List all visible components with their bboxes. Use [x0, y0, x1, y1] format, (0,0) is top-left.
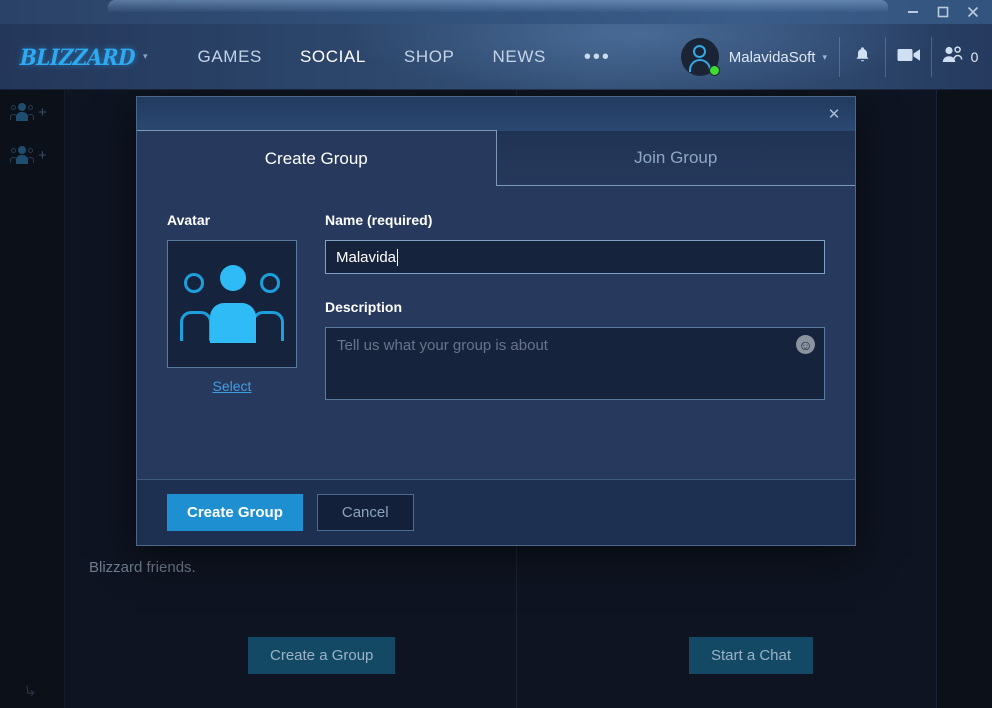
nav-item-news[interactable]: NEWS — [493, 47, 546, 67]
form-fields: Name (required) Malavida Description Tel… — [325, 212, 827, 400]
avatar-section: Avatar Select — [167, 212, 297, 394]
bell-icon — [854, 46, 871, 69]
avatar-side-head-right-icon — [260, 273, 280, 293]
group-icon — [10, 145, 34, 165]
account-menu[interactable]: MalavidaSoft ▾ — [680, 37, 840, 77]
rail-item-group-2[interactable]: + — [10, 145, 47, 165]
avatar-head-icon — [692, 45, 706, 58]
group-center-head-icon — [18, 103, 26, 111]
friends-button[interactable]: 0 — [932, 37, 992, 77]
create-group-button[interactable]: Create Group — [167, 494, 303, 531]
group-center-body-icon — [16, 155, 28, 164]
start-a-chat-button[interactable]: Start a Chat — [689, 637, 814, 674]
modal-footer: Create Group Cancel — [136, 479, 856, 546]
navbar-left: BLIZZARD ▾ GAMES SOCIAL SHOP NEWS ••• — [0, 24, 611, 89]
friends-icon — [942, 46, 964, 68]
tab-join-group[interactable]: Join Group — [496, 131, 855, 186]
description-label: Description — [325, 299, 403, 315]
video-camera-icon — [897, 47, 921, 68]
create-group-modal: ✕ Create Group Join Group Avatar Select … — [136, 96, 856, 546]
window-titlebar — [0, 0, 992, 24]
text-cursor — [397, 248, 399, 266]
create-a-group-button[interactable]: Create a Group — [248, 637, 396, 674]
navbar-right: MalavidaSoft ▾ 0 — [680, 24, 992, 90]
group-avatar-icon — [180, 265, 284, 343]
name-input[interactable]: Malavida — [325, 240, 825, 274]
nav-item-shop[interactable]: SHOP — [404, 47, 455, 67]
group-side-head-right-icon — [28, 148, 33, 153]
modal-titlebar: ✕ — [136, 96, 856, 131]
minimize-icon[interactable] — [898, 0, 928, 24]
group-center-body-icon — [16, 112, 28, 121]
name-label: Name (required) — [325, 212, 433, 228]
main-navbar: BLIZZARD ▾ GAMES SOCIAL SHOP NEWS ••• Ma… — [0, 24, 992, 90]
group-side-head-right-icon — [28, 105, 33, 110]
rail-item-group-1[interactable]: + — [10, 102, 47, 122]
group-side-body-right-icon — [27, 157, 34, 163]
chevron-down-icon[interactable]: ▾ — [143, 51, 148, 62]
plus-icon[interactable]: + — [38, 147, 47, 164]
video-call-button[interactable] — [886, 37, 932, 77]
nav-item-social[interactable]: SOCIAL — [300, 47, 366, 67]
right-edge-panel — [936, 90, 992, 708]
battlenet-app-window: BLIZZARD ▾ GAMES SOCIAL SHOP NEWS ••• Ma… — [0, 0, 992, 708]
tab-create-group[interactable]: Create Group — [137, 130, 497, 186]
maximize-icon[interactable] — [928, 0, 958, 24]
plus-icon[interactable]: + — [38, 104, 47, 121]
avatar-body-icon — [688, 59, 711, 72]
close-icon[interactable] — [958, 0, 988, 24]
status-badge — [708, 65, 720, 76]
window-tab-highlight — [108, 0, 888, 12]
emoji-picker-icon[interactable]: ☺ — [796, 335, 815, 354]
avatar-side-body-left-icon — [180, 311, 212, 341]
name-input-value: Malavida — [336, 248, 397, 266]
group-side-head-left-icon — [11, 105, 16, 110]
description-textarea[interactable]: Tell us what your group is about ☺ — [325, 327, 825, 400]
blizzard-logo[interactable]: BLIZZARD — [20, 43, 136, 70]
avatar-preview[interactable] — [167, 240, 297, 368]
description-placeholder: Tell us what your group is about — [337, 337, 548, 354]
notifications-button[interactable] — [840, 37, 886, 77]
cancel-button[interactable]: Cancel — [316, 494, 414, 531]
avatar-center-head-icon — [220, 265, 246, 291]
avatar-select-link[interactable]: Select — [167, 378, 297, 394]
account-name: MalavidaSoft — [728, 48, 816, 66]
close-icon[interactable]: ✕ — [823, 103, 845, 125]
group-center-head-icon — [18, 146, 26, 154]
avatar-center-body-icon — [210, 303, 256, 343]
nav-item-games[interactable]: GAMES — [198, 47, 262, 67]
modal-tabs: Create Group Join Group — [136, 130, 856, 186]
friends-count: 0 — [970, 49, 979, 65]
group-side-body-right-icon — [27, 114, 34, 120]
groups-description: Blizzard friends. — [89, 559, 196, 576]
avatar-label: Avatar — [167, 212, 211, 228]
group-side-head-left-icon — [11, 148, 16, 153]
cursor-glyph-icon: ↳ — [22, 682, 38, 701]
more-menu-icon[interactable]: ••• — [584, 47, 611, 67]
modal-body: Avatar Select Name (required) Malavida D… — [136, 186, 856, 479]
avatar-side-head-left-icon — [184, 273, 204, 293]
avatar-side-body-right-icon — [252, 311, 284, 341]
group-icon — [10, 102, 34, 122]
avatar — [680, 38, 720, 76]
chevron-down-icon: ▾ — [822, 51, 827, 62]
window-controls — [898, 0, 988, 24]
navbar-links: GAMES SOCIAL SHOP NEWS — [198, 47, 546, 67]
left-rail: + + ↳ — [0, 90, 65, 708]
